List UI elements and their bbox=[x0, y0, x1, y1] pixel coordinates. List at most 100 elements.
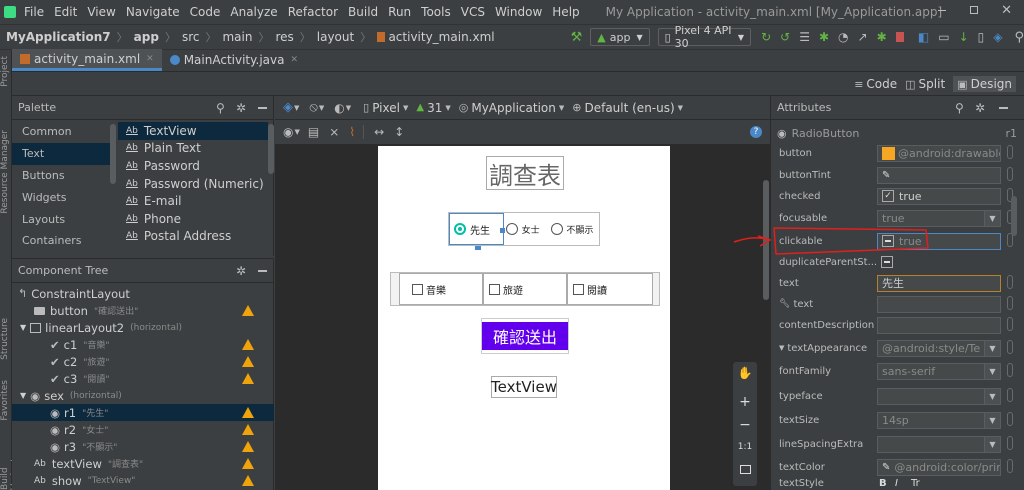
selection-handle[interactable] bbox=[500, 228, 505, 233]
zoom-in-button[interactable]: + bbox=[733, 390, 757, 414]
coverage-icon[interactable]: ✱ bbox=[877, 30, 887, 44]
gear-icon[interactable]: ✲ bbox=[236, 101, 246, 115]
attr-value-typeface[interactable]: ▼ bbox=[877, 387, 1001, 405]
apply-code-changes-icon[interactable]: ↺ bbox=[780, 30, 790, 44]
preview-checkbox-c3[interactable]: 閱讀 bbox=[567, 273, 653, 305]
checkbox-checked-icon[interactable]: ✓ bbox=[882, 190, 894, 202]
attr-value-button[interactable]: @android:drawable/ bbox=[877, 144, 1001, 162]
preview-radio-group[interactable]: 先生 女士 不顯示 bbox=[448, 212, 600, 246]
tab-main-activity[interactable]: MainActivity.java ✕ bbox=[162, 49, 306, 71]
gear-icon[interactable]: ✲ bbox=[236, 264, 246, 278]
menu-refactor[interactable]: Refactor bbox=[288, 5, 338, 19]
warning-icon[interactable] bbox=[242, 424, 254, 435]
minimize-icon[interactable] bbox=[938, 10, 946, 11]
search-icon[interactable]: ⚲ bbox=[216, 101, 225, 115]
sync-gradle-icon[interactable]: ◧ bbox=[918, 30, 929, 44]
menu-build[interactable]: Build bbox=[348, 5, 378, 19]
code-mode-button[interactable]: Code bbox=[866, 77, 897, 91]
palette-category-containers[interactable]: Containers bbox=[12, 230, 116, 252]
italic-button[interactable]: I bbox=[895, 478, 898, 489]
attach-debugger-icon[interactable]: ↗ bbox=[858, 30, 868, 44]
palette-item-password[interactable]: Ab Password bbox=[118, 157, 268, 175]
attr-pin-icon[interactable] bbox=[1007, 317, 1013, 331]
tree-node-r2[interactable]: ◉ r2 "女士" bbox=[12, 421, 274, 438]
minimize-panel-icon[interactable] bbox=[999, 107, 1008, 109]
tool-favorites[interactable]: Favorites bbox=[0, 380, 10, 421]
breadcrumb-project[interactable]: MyApplication7 bbox=[6, 30, 111, 44]
attributes-scrollbar[interactable] bbox=[1011, 196, 1017, 236]
preview-radio-r3[interactable]: 不顯示 bbox=[549, 213, 599, 245]
attr-value-lineSpacingExtra[interactable]: ▼ bbox=[877, 435, 1001, 453]
chevron-down-icon[interactable]: ▼ bbox=[984, 388, 1000, 404]
eye-icon[interactable]: ◉ bbox=[283, 125, 293, 139]
preview-checkbox-c1[interactable]: 音樂 bbox=[399, 273, 483, 305]
pan-hand-icon[interactable]: ✋ bbox=[733, 362, 757, 384]
chevron-down-icon[interactable]: ▼ bbox=[984, 340, 1000, 356]
attr-value-fontFamily[interactable]: sans-serif ▼ bbox=[877, 362, 1001, 380]
menu-code[interactable]: Code bbox=[190, 5, 221, 19]
menu-edit[interactable]: Edit bbox=[54, 5, 77, 19]
menu-analyze[interactable]: Analyze bbox=[230, 5, 277, 19]
menu-navigate[interactable]: Navigate bbox=[126, 5, 180, 19]
hammer-icon[interactable]: ⚒ bbox=[571, 30, 583, 45]
preview-radio-r2[interactable]: 女士 bbox=[504, 213, 550, 245]
tree-node-button[interactable]: button "確認送出" bbox=[12, 302, 274, 319]
menu-help[interactable]: Help bbox=[552, 5, 579, 19]
search-icon[interactable]: ⚲ bbox=[1014, 30, 1024, 45]
warning-icon[interactable] bbox=[242, 356, 254, 367]
tree-node-c3[interactable]: ✔ c3 "閱讀" bbox=[12, 370, 274, 387]
close-icon[interactable]: ✕ bbox=[1001, 3, 1012, 18]
preview-checkbox-row[interactable]: 音樂 旅遊 閱讀 bbox=[390, 272, 660, 306]
all-caps-button[interactable]: Tr bbox=[911, 478, 920, 489]
tree-node-c2[interactable]: ✔ c2 "旅遊" bbox=[12, 353, 274, 370]
chevron-down-icon[interactable]: ▼ bbox=[984, 210, 1000, 226]
orientation-icon[interactable]: ⦸ bbox=[309, 100, 317, 115]
tree-node-show[interactable]: Ab show "TextView" bbox=[12, 472, 274, 489]
warning-icon[interactable] bbox=[242, 305, 254, 316]
tree-node-r1[interactable]: ◉ r1 "先生" bbox=[12, 404, 274, 421]
stop-icon[interactable] bbox=[895, 32, 904, 42]
device-dropdown[interactable]: ▯ Pixel 4 API 30 ▼ bbox=[657, 24, 752, 50]
breadcrumb-main[interactable]: main bbox=[222, 30, 252, 44]
palette-item-postal-address[interactable]: Ab Postal Address bbox=[118, 228, 268, 246]
minimize-panel-icon[interactable] bbox=[258, 270, 267, 272]
profile-icon[interactable]: ◔ bbox=[838, 30, 848, 44]
device-selector[interactable]: Pixel bbox=[372, 101, 400, 115]
chevron-down-icon[interactable]: ▼ bbox=[20, 391, 26, 400]
search-icon[interactable]: ⚲ bbox=[955, 101, 964, 115]
eyedropper-icon[interactable]: ✎ bbox=[882, 462, 890, 473]
margin-icon[interactable]: ▤ bbox=[308, 125, 319, 139]
help-icon[interactable]: ? bbox=[750, 126, 762, 138]
palette-category-text[interactable]: Text bbox=[12, 142, 116, 165]
sdk-manager-icon[interactable]: ↓ bbox=[959, 30, 969, 44]
palette-item-email[interactable]: Ab E-mail bbox=[118, 192, 268, 210]
palette-item-password-numeric[interactable]: Ab Password (Numeric) bbox=[118, 175, 268, 193]
autoconnect-icon[interactable]: ⨯ bbox=[329, 125, 339, 139]
chevron-down-icon[interactable]: ▼ bbox=[20, 323, 26, 332]
minimize-panel-icon[interactable] bbox=[258, 107, 267, 109]
night-mode-icon[interactable]: ◐ bbox=[334, 101, 344, 115]
chevron-down-icon[interactable]: ▼ bbox=[984, 412, 1000, 428]
chevron-down-icon[interactable]: ▼ bbox=[984, 363, 1000, 379]
api-selector[interactable]: 31 bbox=[427, 101, 442, 115]
attr-pin-icon[interactable] bbox=[1007, 145, 1013, 159]
preview-title[interactable]: 調查表 bbox=[486, 156, 564, 190]
attr-pin-icon[interactable] bbox=[1007, 340, 1013, 354]
warning-icon[interactable] bbox=[242, 441, 254, 452]
preview-radio-r1[interactable]: 先生 bbox=[449, 213, 504, 245]
palette-category-common[interactable]: Common bbox=[12, 121, 116, 143]
tree-node-c1[interactable]: ✔ c1 "音樂" bbox=[12, 336, 274, 353]
zoom-actual-size-button[interactable]: 1:1 bbox=[733, 436, 757, 458]
layout-inspector-icon[interactable]: ◈ bbox=[993, 30, 1002, 44]
theme-selector[interactable]: MyApplication bbox=[471, 101, 556, 115]
tree-node-linearlayout2[interactable]: ▼ linearLayout2 (horizontal) bbox=[12, 319, 274, 336]
chevron-down-icon[interactable]: ▼ bbox=[984, 436, 1000, 452]
attr-pin-icon[interactable] bbox=[1007, 167, 1013, 181]
locale-selector[interactable]: Default (en-us) bbox=[584, 101, 674, 115]
run-tests-icon[interactable]: ☰ bbox=[799, 30, 810, 44]
menu-vcs[interactable]: VCS bbox=[461, 5, 485, 19]
palette-category-widgets[interactable]: Widgets bbox=[12, 186, 116, 208]
tree-node-textview[interactable]: Ab textView "調查表" bbox=[12, 455, 274, 472]
tree-node-sex[interactable]: ▼ ◉ sex (horizontal) bbox=[12, 387, 274, 404]
tree-node-r3[interactable]: ◉ r3 "不顯示" bbox=[12, 438, 274, 455]
